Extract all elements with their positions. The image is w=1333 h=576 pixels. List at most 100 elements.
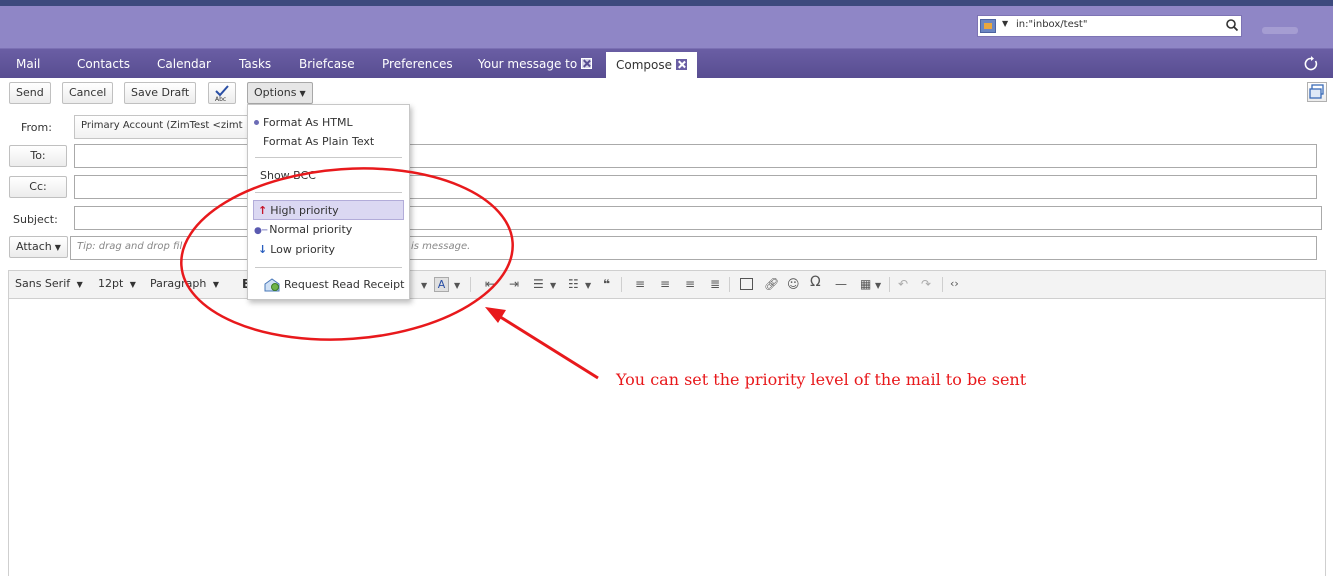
tab-your-message[interactable]: Your message to <box>478 49 593 79</box>
tab-compose[interactable]: Compose <box>606 52 698 79</box>
tab-contacts[interactable]: Contacts <box>77 49 130 79</box>
redo-icon[interactable]: ↷ <box>921 277 931 291</box>
font-size-value: 12pt <box>98 277 124 290</box>
app-tab-bar: Mail Contacts Calendar Tasks Briefcase P… <box>0 48 1333 79</box>
chevron-down-icon[interactable]: ▼ <box>550 279 556 293</box>
undo-icon[interactable]: ↶ <box>898 277 908 291</box>
from-select[interactable]: Primary Account (ZimTest <zimt <box>74 115 248 139</box>
indent-icon[interactable]: ⇥ <box>509 277 519 291</box>
annotation-text: You can set the priority level of the ma… <box>616 370 1027 389</box>
emoticon-icon[interactable]: ☺ <box>787 277 800 291</box>
cancel-button[interactable]: Cancel <box>62 82 114 104</box>
chevron-down-icon: ▼ <box>212 280 219 289</box>
options-menu: Format As HTML Format As Plain Text Show… <box>247 104 410 300</box>
spell-check-icon: Abc <box>215 85 229 102</box>
align-right-icon[interactable]: ≡ <box>685 277 695 291</box>
spell-check-button[interactable]: Abc <box>208 82 236 104</box>
menu-item-format-plain[interactable]: Format As Plain Text <box>263 132 374 152</box>
chevron-down-icon: ▼ <box>299 89 306 98</box>
subject-label: Subject: <box>13 213 58 226</box>
save-draft-button[interactable]: Save Draft <box>124 82 197 104</box>
send-button[interactable]: Send <box>9 82 51 104</box>
refresh-icon[interactable] <box>1303 56 1319 72</box>
user-menu[interactable] <box>1262 27 1298 34</box>
menu-item-label: Normal priority <box>269 223 353 236</box>
high-priority-icon: ↑ <box>258 204 268 217</box>
detach-window-icon <box>1309 84 1324 99</box>
font-family-value: Sans Serif <box>15 277 71 290</box>
numbered-list-icon[interactable]: ☷ <box>568 277 579 291</box>
link-icon[interactable]: 🔗︎ <box>764 277 779 291</box>
editor-toolbar: Sans Serif ▼ 12pt ▼ Paragraph ▼ B ▼ A ▼ … <box>8 270 1326 298</box>
menu-item-read-receipt[interactable]: Request Read Receipt <box>264 275 404 295</box>
menu-divider <box>255 192 402 193</box>
tab-mail[interactable]: Mail <box>16 49 40 79</box>
toolbar-divider <box>470 277 471 292</box>
font-family-select[interactable]: Sans Serif ▼ <box>15 277 83 290</box>
menu-item-label: Low priority <box>270 243 336 256</box>
chevron-down-icon: ▼ <box>54 243 61 252</box>
image-icon[interactable] <box>740 278 753 290</box>
menu-item-label: Request Read Receipt <box>284 278 405 291</box>
close-icon[interactable] <box>676 59 688 70</box>
chevron-down-icon[interactable]: ▼ <box>454 279 460 293</box>
chevron-down-icon: ▼ <box>76 280 83 289</box>
read-receipt-icon <box>264 278 280 292</box>
menu-item-format-html[interactable]: Format As HTML <box>254 113 353 133</box>
menu-divider <box>255 267 402 268</box>
bullet-list-icon[interactable]: ☰ <box>533 277 544 291</box>
options-button[interactable]: Options ▼ <box>247 82 313 104</box>
toolbar-divider <box>889 277 890 292</box>
tab-label: Compose <box>616 58 673 72</box>
special-char-icon[interactable]: Ω <box>810 275 821 289</box>
cc-button[interactable]: Cc: <box>9 176 67 198</box>
selected-bullet-icon <box>254 119 259 125</box>
chevron-down-icon[interactable]: ▼ <box>1002 19 1008 28</box>
menu-item-high-priority[interactable]: ↑ High priority <box>253 200 404 220</box>
search-bar: ▼ <box>0 6 1333 48</box>
options-label: Options <box>254 86 297 99</box>
menu-item-normal-priority[interactable]: ●─ Normal priority <box>254 220 352 240</box>
menu-item-low-priority[interactable]: ↓ Low priority <box>254 240 335 260</box>
chevron-down-icon[interactable]: ▼ <box>875 279 881 293</box>
chevron-down-icon[interactable]: ▼ <box>421 279 427 293</box>
attach-button[interactable]: Attach ▼ <box>9 236 68 258</box>
align-left-icon[interactable]: ≡ <box>635 277 645 291</box>
search-input[interactable] <box>1016 19 1216 30</box>
normal-priority-icon: ●─ <box>254 226 268 236</box>
outdent-icon[interactable]: ⇤ <box>485 277 495 291</box>
attach-label: Attach <box>16 240 52 253</box>
chevron-down-icon: ▼ <box>129 280 136 289</box>
menu-item-show-bcc[interactable]: Show BCC <box>260 166 316 186</box>
tab-calendar[interactable]: Calendar <box>157 49 211 79</box>
detach-window-button[interactable] <box>1307 82 1327 102</box>
font-size-select[interactable]: 12pt ▼ <box>98 277 136 290</box>
table-icon[interactable]: ▦ <box>860 277 871 291</box>
tab-label: Your message to <box>478 57 578 71</box>
attach-hint-end: is message. <box>411 241 471 252</box>
block-format-select[interactable]: Paragraph ▼ <box>150 277 219 290</box>
toolbar-divider <box>621 277 622 292</box>
chevron-down-icon[interactable]: ▼ <box>585 279 591 293</box>
menu-item-label: High priority <box>270 204 339 217</box>
tab-briefcase[interactable]: Briefcase <box>299 49 355 79</box>
from-label: From: <box>21 121 52 134</box>
close-icon[interactable] <box>581 58 593 69</box>
toolbar-divider <box>729 277 730 292</box>
search-icon[interactable] <box>1225 18 1239 32</box>
message-body-editor[interactable] <box>8 298 1326 576</box>
align-justify-icon[interactable]: ≣ <box>710 277 720 291</box>
source-code-icon[interactable]: ‹› <box>950 277 959 291</box>
low-priority-icon: ↓ <box>258 243 268 256</box>
attach-hint: Tip: drag and drop fil <box>77 241 183 252</box>
horizontal-rule-icon[interactable]: — <box>835 277 847 291</box>
to-button[interactable]: To: <box>9 145 67 167</box>
tab-tasks[interactable]: Tasks <box>239 49 271 79</box>
search-widget: ▼ <box>977 15 1242 37</box>
align-center-icon[interactable]: ≡ <box>660 277 670 291</box>
blockquote-icon[interactable]: ❝ <box>603 277 610 291</box>
tab-preferences[interactable]: Preferences <box>382 49 453 79</box>
search-type-icon[interactable] <box>980 19 996 33</box>
background-color-icon[interactable]: A <box>434 277 449 292</box>
menu-item-label: Format As HTML <box>263 116 353 129</box>
